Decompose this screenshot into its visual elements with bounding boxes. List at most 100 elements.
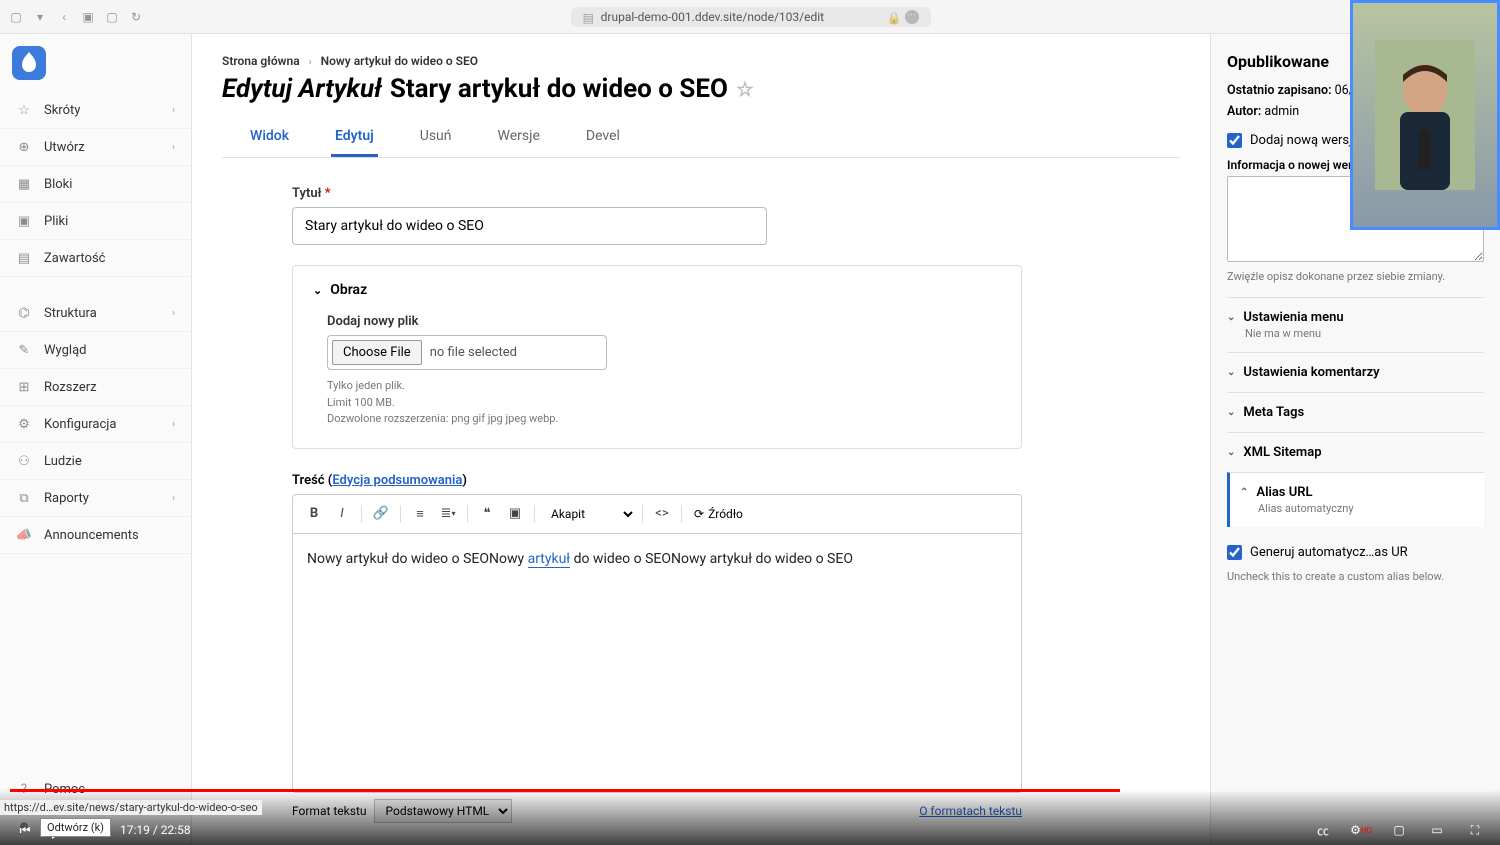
heading-select[interactable]: Akapit [541,502,636,526]
required-indicator: * [321,186,330,201]
drupal-logo-icon[interactable] [12,46,46,80]
bullet-list-button[interactable]: ≡ [407,501,433,527]
source-button[interactable]: ⟳ Źródło [688,503,749,525]
sidebar-item-label: Konfiguracja [44,417,160,432]
tab-view[interactable]: Widok [246,118,293,157]
sidebar-item-announcements[interactable]: 📣 Announcements [0,517,191,554]
star-icon: ☆ [16,102,32,118]
breadcrumb-current: Nowy artykuł do wideo o SEO [321,54,478,68]
sidebar-item-label: Rozszerz [44,380,175,395]
sidebar-item-extend[interactable]: ⊞ Rozszerz [0,369,191,406]
acc-xml-sitemap[interactable]: ⌄XML Sitemap [1227,432,1484,472]
chart-icon: ⧉ [16,490,32,506]
bold-button[interactable]: B [301,501,327,527]
image-icon: ▣ [16,213,32,229]
media-button[interactable]: ▣ [502,501,528,527]
page-title: Edytuj Artykuł Stary artykuł do wideo o … [222,74,1180,104]
back-icon[interactable]: ‹ [56,9,72,25]
sidebar-item-label: Announcements [44,528,175,543]
chevron-right-icon: › [172,105,175,116]
tree-icon: ⌬ [16,305,32,321]
acc-url-alias[interactable]: ⌃Alias URL Alias automatyczny [1227,472,1484,527]
captions-button[interactable]: ㏄ [1314,821,1332,839]
lock-icon: 🔒 [887,11,899,23]
sidebar-item-structure[interactable]: ⌬ Struktura › [0,295,191,332]
progress-bar[interactable] [10,789,1490,792]
new-revision-checkbox[interactable] [1227,133,1242,148]
grid-icon: ▦ [16,176,32,192]
image-fieldset-toggle[interactable]: ⌄ Obraz [313,282,1001,298]
tab-edit[interactable]: Edytuj [331,118,378,157]
theater-button[interactable]: ▭ [1428,821,1446,839]
plus-icon: ⊕ [16,139,32,155]
body-label: Treść (Edycja podsumowania) [292,473,1022,488]
sidebar-item-create[interactable]: ⊕ Utwórz › [0,129,191,166]
no-file-text: no file selected [430,345,517,360]
sidebar-item-label: Wygląd [44,343,175,358]
favorite-star-icon[interactable]: ☆ [736,77,754,101]
sidebar-item-blocks[interactable]: ▦ Bloki [0,166,191,203]
chevron-right-icon: › [172,419,175,430]
image-fieldset-label: Obraz [330,282,367,298]
blockquote-button[interactable]: ❝ [474,501,500,527]
chevron-right-icon: › [309,57,312,68]
acc-menu-settings[interactable]: ⌄Ustawienia menu Nie ma w menu [1227,297,1484,352]
sidebar-item-shortcuts[interactable]: ☆ Skróty › [0,92,191,129]
app-icon-1[interactable]: ▣ [80,9,96,25]
sidebar-item-content[interactable]: ▤ Zawartość [0,240,191,277]
acc-meta-tags[interactable]: ⌄Meta Tags [1227,392,1484,432]
status-bar-url: https://d…ev.site/news/stary-artykul-do-… [0,800,262,815]
reader-icon: ▤ [583,11,595,23]
file-input-wrapper[interactable]: Choose File no file selected [327,335,607,370]
more-icon[interactable]: ⋯ [905,10,919,24]
sidebar-item-appearance[interactable]: ✎ Wygląd [0,332,191,369]
url-text: drupal-demo-001.ddev.site/node/103/edit [601,10,824,24]
italic-button[interactable]: I [329,501,355,527]
auto-alias-checkbox-row[interactable]: Generuj automatycz…as UR [1227,545,1484,560]
tab-devel[interactable]: Devel [582,118,624,157]
ckeditor-toolbar: B I 🔗 ≡ ≣▾ ❝ ▣ Akapit <> [292,494,1022,533]
refresh-icon[interactable]: ↻ [128,9,144,25]
page-title-name: Stary artykuł do wideo o SEO [390,74,728,104]
sidebar-item-label: Struktura [44,306,160,321]
miniplayer-button[interactable]: ▢ [1390,821,1408,839]
numbered-list-button[interactable]: ≣▾ [435,501,461,527]
app-icon-2[interactable]: ▢ [104,9,120,25]
fullscreen-button[interactable]: ⛶ [1466,821,1484,839]
settings-button[interactable]: ⚙HD [1352,821,1370,839]
breadcrumb-home[interactable]: Strona główna [222,54,300,68]
brush-icon: ✎ [16,342,32,358]
chevron-right-icon: › [172,142,175,153]
chevron-up-icon: ⌃ [1240,487,1248,498]
add-file-label: Dodaj nowy plik [327,314,1001,329]
dropdown-icon[interactable]: ▾ [32,9,48,25]
sidebar-item-label: Skróty [44,103,160,118]
spellcheck-underline: artykuł [528,551,571,568]
acc-comment-settings[interactable]: ⌄Ustawienia komentarzy [1227,352,1484,392]
link-button[interactable]: 🔗 [368,501,394,527]
sidebar-item-label: Bloki [44,177,175,192]
sidebar-item-files[interactable]: ▣ Pliki [0,203,191,240]
chevron-down-icon: ⌄ [1227,367,1235,378]
ckeditor-body[interactable]: Nowy artykuł do wideo o SEONowy artykuł … [292,533,1022,793]
code-button[interactable]: <> [649,501,675,527]
progress-played [10,789,1120,792]
tab-revisions[interactable]: Wersje [494,118,544,157]
title-label: Tytuł * [292,186,1022,201]
webcam-overlay [1350,0,1500,230]
sidebar-toggle-icon[interactable]: ▢ [8,9,24,25]
sidebar-item-config[interactable]: ⚙ Konfiguracja › [0,406,191,443]
chevron-down-icon: ⌄ [313,284,322,297]
title-input[interactable] [292,207,767,245]
edit-summary-link[interactable]: Edycja podsumowania [332,473,462,488]
source-icon: ⟳ [694,507,704,521]
revision-help-text: Zwięźle opisz dokonane przez siebie zmia… [1227,270,1484,283]
auto-alias-checkbox[interactable] [1227,545,1242,560]
prev-button[interactable]: ⏮ [16,821,34,839]
sidebar-item-reports[interactable]: ⧉ Raporty › [0,480,191,517]
tab-delete[interactable]: Usuń [416,118,456,157]
sidebar-item-people[interactable]: ⚇ Ludzie [0,443,191,480]
choose-file-button[interactable]: Choose File [332,340,422,365]
play-tooltip: Odtwórz (k) [40,818,111,837]
url-bar[interactable]: ▤ drupal-demo-001.ddev.site/node/103/edi… [571,7,931,27]
